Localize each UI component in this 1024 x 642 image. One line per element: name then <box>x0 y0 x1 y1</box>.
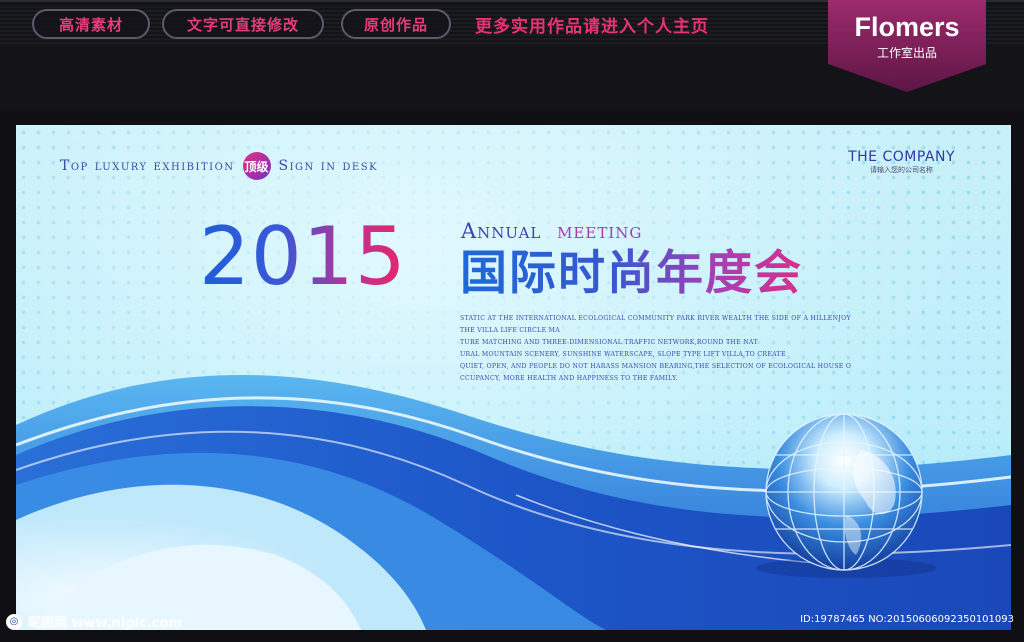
description-line: THE VILLA LIFE CIRCLE MA <box>460 327 561 334</box>
meeting-word: meeting <box>557 219 643 243</box>
top-bar: 高清素材 文字可直接修改 原创作品 更多实用作品请进入个人主页 Flomers … <box>0 0 1024 110</box>
pill-original-work: 原创作品 <box>341 9 451 39</box>
nipic-logo-icon: ◎ <box>6 613 22 630</box>
watermark-id: ID:19787465 NO:20150606092350101093 <box>800 614 1014 625</box>
brand-name: Flomers <box>854 12 960 42</box>
chinese-title: 国际时尚年度会 <box>460 246 803 301</box>
description-line: QUIET, OPEN, AND PEOPLE DO NOT HARASS MA… <box>460 363 852 370</box>
annual-word: Annual <box>461 219 542 243</box>
year-text: 2015 <box>199 210 407 303</box>
pill-hd-material: 高清素材 <box>32 9 150 39</box>
brand-subtitle: 工作室出品 <box>876 46 937 60</box>
promo-text: 更多实用作品请进入个人主页 <box>475 17 709 37</box>
company-subtitle: 请输入您的公司名称 <box>870 166 934 174</box>
description-line: CCUPANCY, MORE HEALTH AND HAPPINESS TO T… <box>460 375 678 382</box>
top-badge: 顶级 <box>242 152 271 180</box>
company-block: THE COMPANY 请输入您的公司名称 <box>848 149 955 175</box>
description-line: URAL MOUNTAIN SCENERY, SUNSHINE WATERSCA… <box>460 351 786 358</box>
company-name: THE COMPANY <box>848 149 955 165</box>
brand-badge: Flomers 工作室出品 <box>828 0 986 92</box>
event-banner: Top luxury exhibition 顶级 Sign in desk TH… <box>16 125 1011 630</box>
tagline-right: Sign in desk <box>278 158 379 174</box>
description-line: TURE MATCHING AND THREE-DIMENSIONAL TRAF… <box>460 339 758 346</box>
description-block: STATIC AT THE INTERNATIONAL ECOLOGICAL C… <box>460 313 860 385</box>
tagline: Top luxury exhibition 顶级 Sign in desk <box>60 152 378 180</box>
globe-icon <box>756 413 936 578</box>
tagline-left: Top luxury exhibition <box>60 158 235 174</box>
annual-meeting-heading: Annual meeting <box>461 219 642 243</box>
description-line: STATIC AT THE INTERNATIONAL ECOLOGICAL C… <box>460 315 851 322</box>
watermark-site-text: 昵图网 www.nipic.com <box>28 616 182 631</box>
watermark-site: ◎ 昵图网 www.nipic.com <box>6 612 182 631</box>
pill-editable-text: 文字可直接修改 <box>162 9 324 39</box>
